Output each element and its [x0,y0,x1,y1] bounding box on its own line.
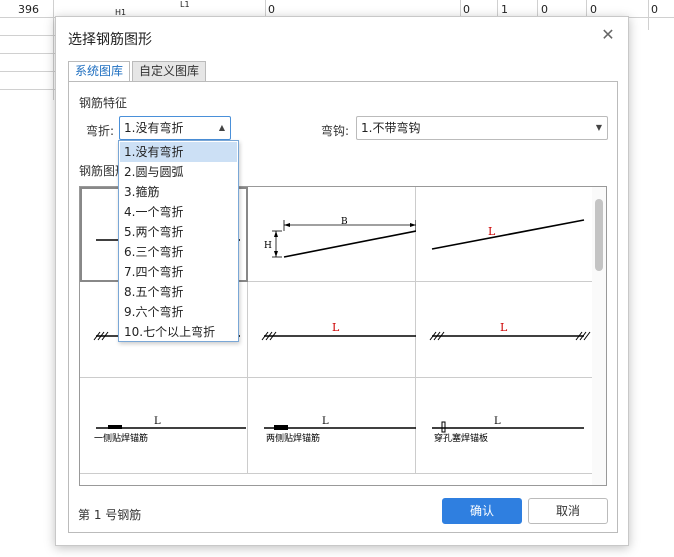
bend-option-2[interactable]: 2.圆与圆弧 [120,162,237,182]
features-section-title: 钢筋特征 [79,96,128,110]
bend-select-value: 1.没有弯折 [124,121,184,135]
bend-option-3[interactable]: 3.箍筋 [120,182,237,202]
dialog-title: 选择钢筋图形 [68,32,152,48]
shape-one-side-anchor[interactable]: L 一侧贴焊锚筋 [80,378,248,474]
label-l: L [322,416,329,427]
shape-sloped-bar-l[interactable]: L [416,187,606,282]
caret-down-icon: ▼ [595,123,602,132]
bar-hatched-both-shape: L [429,321,591,341]
rebar-number-text: 第 1 号钢筋 [78,508,142,522]
bg-shape-label: L1 [180,0,190,9]
bend-option-7[interactable]: 7.四个弯折 [120,262,237,282]
shape-bar-hatched-left-l[interactable]: L [248,282,416,378]
bend-option-4[interactable]: 4.一个弯折 [120,202,237,222]
scrollbar-thumb[interactable] [595,199,603,271]
grid-line [0,35,55,36]
row-number: 396 [18,3,39,16]
plug-weld-shape: L 穿孔塞焊锚板 [432,416,584,444]
bg-cell-value: 0 [268,3,275,16]
label-l: L [500,321,508,334]
label-l: L [332,321,340,334]
grid-line [0,89,55,90]
sloped-bar-bh-shape: B H [264,217,416,258]
label-l: L [488,225,496,238]
bg-cell-value: 1 [501,3,508,16]
label-one-side-anchor: 一侧贴焊锚筋 [94,432,148,444]
label-two-side-anchor: 两侧贴焊锚筋 [266,432,320,444]
label-l: L [494,416,501,427]
shape-two-side-anchor[interactable]: L 两侧贴焊锚筋 [248,378,416,474]
bend-option-10[interactable]: 10.七个以上弯折 [120,322,237,342]
tab-system-library[interactable]: 系统图库 [68,61,131,82]
grid-line [648,0,649,30]
bg-cell-value: 0 [541,3,548,16]
bend-label: 弯折: [86,124,115,138]
bar-hatched-left-l-shape: L [261,321,416,341]
label-h: H [264,241,272,251]
bend-options-dropdown: 1.没有弯折 2.圆与圆弧 3.箍筋 4.一个弯折 5.两个弯折 6.三个弯折 … [118,140,239,342]
bend-option-8[interactable]: 8.五个弯折 [120,282,237,302]
bend-select[interactable]: 1.没有弯折 ▲ [119,116,231,140]
shape-bar-hatched-both[interactable]: L [416,282,606,378]
bend-option-1[interactable]: 1.没有弯折 [120,142,237,162]
one-side-anchor-shape: L 一侧贴焊锚筋 [94,416,246,444]
grid-line [0,53,55,54]
label-b: B [341,217,348,227]
bg-cell-value: 0 [463,3,470,16]
bg-cell-value: 0 [590,3,597,16]
hook-label: 弯钩: [321,124,350,138]
hook-select-value: 1.不带弯钩 [361,121,421,135]
cancel-button[interactable]: 取消 [528,498,608,524]
bg-cell-value: 0 [651,3,658,16]
bend-option-9[interactable]: 9.六个弯折 [120,302,237,322]
label-plug-weld: 穿孔塞焊锚板 [434,432,488,444]
close-icon[interactable]: ✕ [600,27,616,43]
caret-up-icon: ▲ [218,123,225,132]
scrollbar[interactable] [592,187,606,485]
shape-plug-weld[interactable]: L 穿孔塞焊锚板 [416,378,606,474]
shape-sloped-bar-bh[interactable]: B H [248,187,416,282]
grid-line [53,0,54,100]
confirm-button[interactable]: 确认 [442,498,522,524]
sloped-bar-l-shape: L [431,219,585,250]
hook-select[interactable]: 1.不带弯钩 ▼ [356,116,608,140]
bend-option-6[interactable]: 6.三个弯折 [120,242,237,262]
label-l: L [154,416,161,427]
two-side-anchor-shape: L 两侧贴焊锚筋 [264,416,416,444]
bend-option-5[interactable]: 5.两个弯折 [120,222,237,242]
tab-custom-library[interactable]: 自定义图库 [132,61,207,82]
grid-line [0,71,55,72]
